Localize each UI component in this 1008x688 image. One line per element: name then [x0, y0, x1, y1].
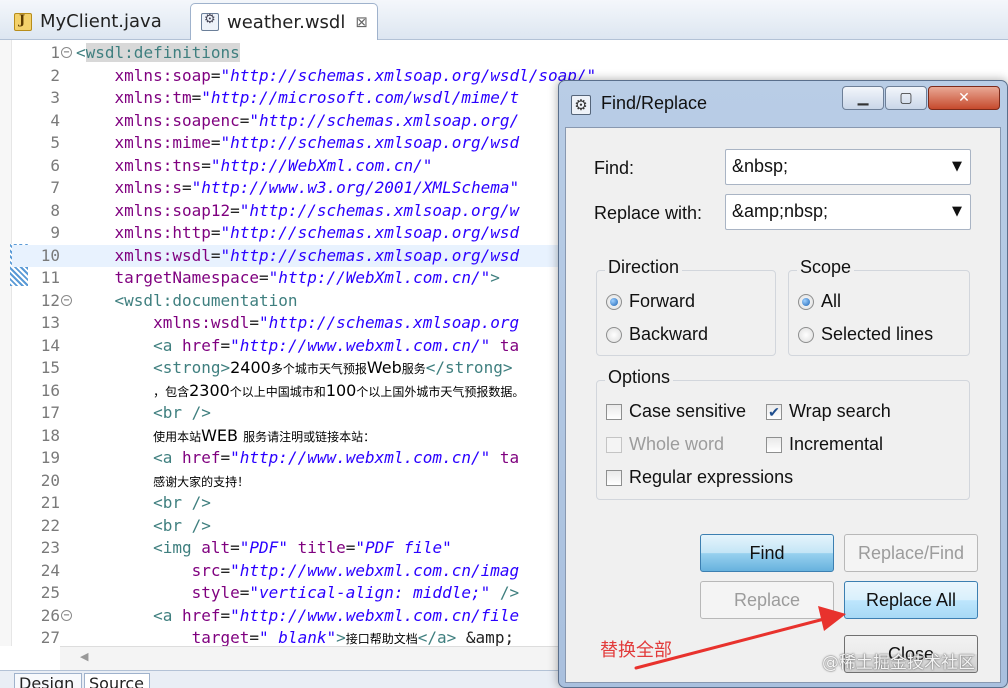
annotation-arrow — [634, 606, 846, 670]
watermark: @稀土掘金技术社区 — [822, 653, 975, 673]
